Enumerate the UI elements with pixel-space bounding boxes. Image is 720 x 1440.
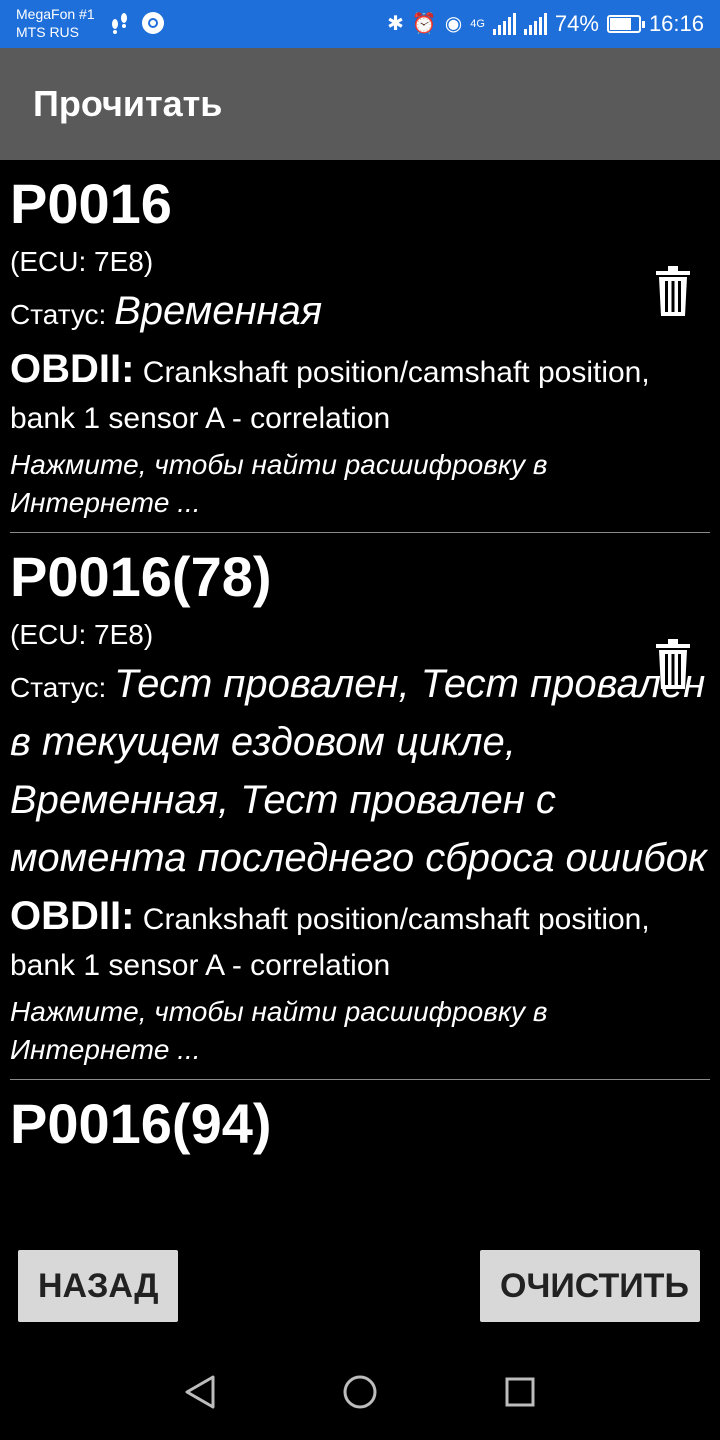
- status-line: Статус: Временная: [10, 284, 710, 342]
- trash-icon[interactable]: [656, 266, 690, 316]
- battery-percent: 74%: [554, 11, 599, 36]
- system-indicators: ✱ ⏰ ◉ 4G 74% 16:16: [387, 0, 704, 48]
- battery-icon: [606, 15, 645, 33]
- navigation-bar: [0, 1340, 720, 1440]
- trouble-code: P0016(78): [10, 545, 272, 608]
- carrier-secondary: MTS RUS: [16, 24, 79, 40]
- footsteps-icon: [112, 13, 127, 34]
- square-recents-icon: [505, 1377, 535, 1407]
- list-item[interactable]: P0016 (ECU: 7E8) Статус: Временная OBDII…: [10, 160, 710, 533]
- obd-description: OBDII: Crankshaft position/camshaft posi…: [10, 346, 710, 442]
- trouble-code: P0016(94): [10, 1092, 272, 1155]
- list-item[interactable]: P0016(78) (ECU: 7E8) Статус: Тест провал…: [10, 533, 710, 1080]
- nav-home-button[interactable]: [332, 1364, 388, 1420]
- network-type: 4G: [470, 18, 485, 30]
- clock: 16:16: [648, 11, 704, 36]
- signal-strength-icon: [492, 13, 516, 35]
- nav-back-button[interactable]: [172, 1364, 228, 1420]
- battery-level: [609, 18, 631, 30]
- clear-button[interactable]: ОЧИСТИТЬ: [480, 1250, 700, 1322]
- status-value: Временная: [114, 289, 323, 333]
- nav-recents-button[interactable]: [492, 1364, 548, 1420]
- status-line: Статус: Тест провален, Тест провален в т…: [10, 657, 710, 889]
- alarm-icon: ⏰: [411, 13, 437, 35]
- obd-description: OBDII: Crankshaft position/camshaft posi…: [10, 893, 710, 989]
- list-item[interactable]: P0016(94): [10, 1080, 710, 1166]
- eye-comfort-icon: ◉: [444, 13, 463, 35]
- circle-home-icon: [343, 1375, 377, 1409]
- status-bar: MegaFon #1 MTS RUS ✱ ⏰ ◉ 4G 74% 16:16: [0, 0, 720, 48]
- status-value: Тест провален, Тест провален в текущем е…: [10, 662, 707, 880]
- status-label: Статус:: [10, 299, 107, 330]
- browser-icon: [142, 12, 164, 34]
- app-bar: Прочитать: [0, 48, 720, 160]
- obd-label: OBDII:: [10, 894, 135, 938]
- ecu-label: (ECU: 7E8): [10, 619, 154, 650]
- action-bar: НАЗАД ОЧИСТИТЬ: [0, 1216, 720, 1340]
- status-label: Статус:: [10, 672, 107, 703]
- search-online-link[interactable]: Нажмите, чтобы найти расшифровку в Интер…: [10, 446, 710, 522]
- triangle-back-icon: [185, 1375, 215, 1409]
- back-button[interactable]: НАЗАД: [18, 1250, 178, 1322]
- trouble-code: P0016: [10, 172, 172, 235]
- page-title: Прочитать: [33, 83, 223, 124]
- notification-icons: [108, 10, 166, 36]
- obd-label: OBDII:: [10, 347, 135, 391]
- trash-icon[interactable]: [656, 639, 690, 689]
- signal-strength-2-icon: [523, 13, 547, 35]
- bluetooth-icon: ✱: [387, 13, 404, 35]
- search-online-link[interactable]: Нажмите, чтобы найти расшифровку в Интер…: [10, 993, 710, 1069]
- trouble-code-list[interactable]: P0016 (ECU: 7E8) Статус: Временная OBDII…: [0, 160, 720, 1216]
- carrier-info: MegaFon #1 MTS RUS: [16, 5, 95, 41]
- ecu-label: (ECU: 7E8): [10, 246, 154, 277]
- carrier-primary: MegaFon #1: [16, 6, 95, 22]
